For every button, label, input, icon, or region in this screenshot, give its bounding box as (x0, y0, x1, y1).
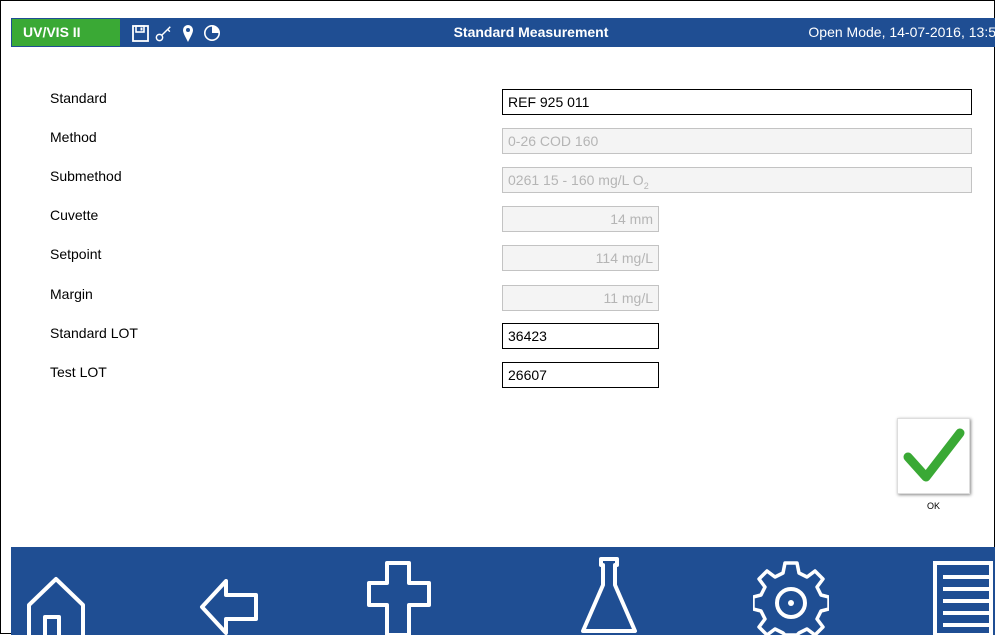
setpoint-label: Setpoint (50, 246, 102, 262)
mode-datetime: Open Mode, 14-07-2016, 13:5 (808, 24, 995, 40)
setpoint-field: 114 mg/L (502, 245, 659, 271)
cuvette-field: 14 mm (502, 206, 659, 232)
settings-gear-icon[interactable] (751, 547, 831, 635)
submethod-label: Submethod (50, 168, 122, 184)
flask-icon[interactable] (574, 547, 644, 635)
submethod-field: 0261 15 - 160 mg/L O2 (502, 167, 972, 193)
home-icon[interactable] (21, 547, 91, 635)
pie-chart-icon[interactable] (203, 23, 221, 43)
ok-button[interactable] (897, 418, 970, 494)
method-label: Method (50, 129, 97, 145)
test-lot-field[interactable]: 26607 (502, 362, 659, 388)
checkmark-icon (903, 428, 965, 482)
header-bar: UV/VIS II Standard Measurement Open Mode… (11, 18, 995, 47)
test-lot-label: Test LOT (50, 364, 107, 380)
location-pin-icon[interactable] (179, 23, 197, 43)
page-title: Standard Measurement (453, 24, 609, 40)
status-icons (131, 22, 221, 44)
bottom-nav-bar (11, 547, 995, 635)
menu-list-icon[interactable] (929, 547, 995, 635)
submethod-value: 0261 15 - 160 mg/L O (508, 172, 644, 188)
submethod-subscript: 2 (643, 180, 649, 191)
back-arrow-icon[interactable] (194, 547, 264, 635)
margin-field: 11 mg/L (502, 285, 659, 311)
cuvette-label: Cuvette (50, 207, 99, 223)
save-icon[interactable] (131, 23, 149, 43)
add-icon[interactable] (363, 547, 433, 635)
instrument-badge: UV/VIS II (12, 19, 120, 46)
method-field: 0-26 COD 160 (502, 128, 972, 154)
standard-lot-label: Standard LOT (50, 325, 138, 341)
standard-field[interactable]: REF 925 011 (502, 89, 972, 115)
app-window: UV/VIS II Standard Measurement Open Mode… (0, 0, 995, 635)
key-icon[interactable] (155, 23, 173, 43)
standard-lot-field[interactable]: 36423 (502, 323, 659, 349)
margin-label: Margin (50, 286, 93, 302)
ok-label: OK (926, 501, 940, 511)
standard-label: Standard (50, 90, 107, 106)
